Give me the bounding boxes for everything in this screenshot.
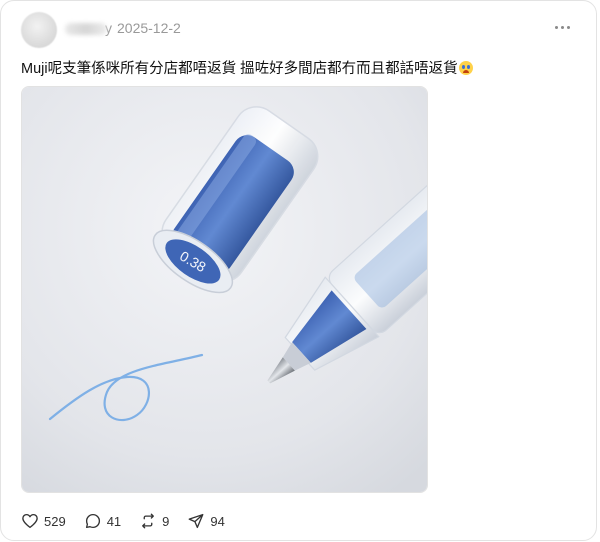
like-button[interactable]: 529 [21, 512, 66, 530]
avatar[interactable] [21, 12, 57, 48]
repost-icon [142, 513, 155, 529]
crying-face-emoji-icon [458, 61, 473, 75]
comment-icon [85, 513, 100, 529]
send-icon [188, 513, 204, 529]
post-image[interactable]: 0.38 [21, 86, 428, 493]
post-card: y 2025-12-2 Muji呢支筆係咪所有分店都唔返貨 搵咗好多間店都冇而且… [0, 0, 597, 541]
heart-icon [22, 513, 38, 529]
share-count: 94 [210, 513, 225, 529]
comment-button[interactable]: 41 [84, 512, 121, 530]
comment-count: 41 [106, 513, 122, 529]
post-date[interactable]: 2025-12-2 [117, 19, 181, 37]
username-blurred [65, 23, 107, 36]
username[interactable]: y [65, 19, 112, 37]
post-text: Muji呢支筆係咪所有分店都唔返貨 搵咗好多間店都冇而且都話唔返貨 [21, 61, 458, 77]
muji-gel-pen-photo-icon: 0.38 [22, 87, 427, 492]
post-body: Muji呢支筆係咪所有分店都唔返貨 搵咗好多間店都冇而且都話唔返貨 [21, 59, 473, 79]
repost-button[interactable]: 9 [139, 512, 169, 530]
like-count: 529 [44, 513, 66, 529]
action-bar: 529 41 9 94 [21, 510, 243, 532]
share-button[interactable]: 94 [187, 512, 225, 530]
more-options-icon[interactable] [550, 17, 574, 37]
repost-count: 9 [162, 513, 170, 529]
